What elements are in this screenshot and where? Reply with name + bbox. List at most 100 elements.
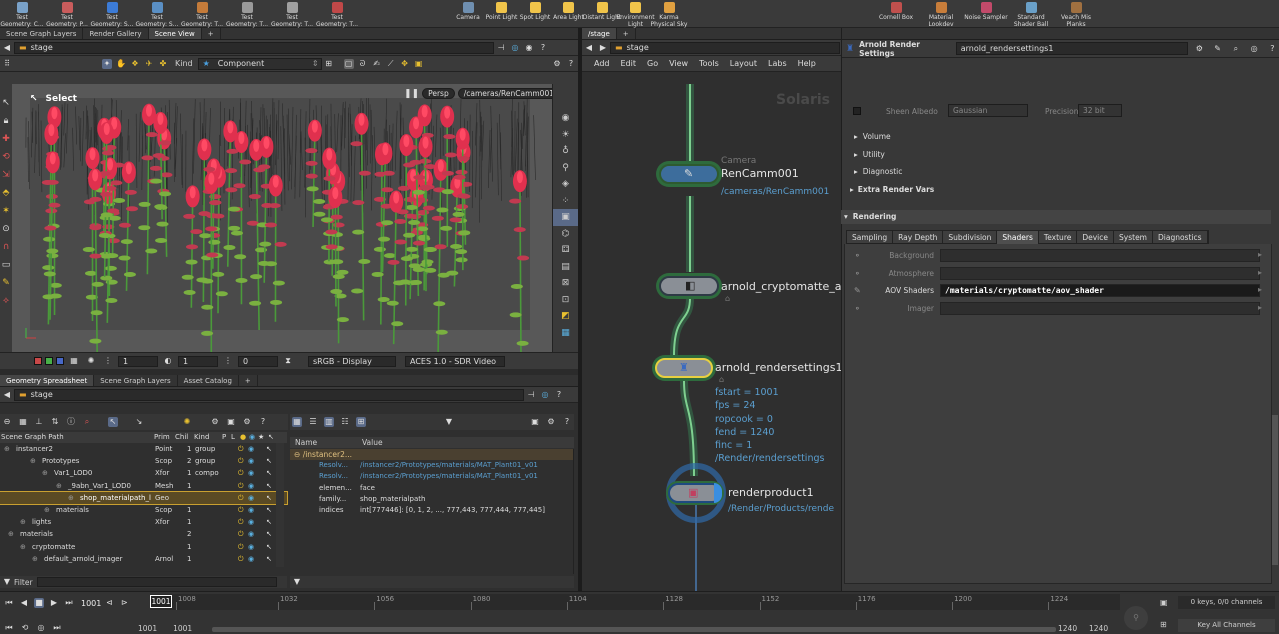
stop-icon[interactable]: ■ [34,598,44,608]
help-lower-icon[interactable]: ? [554,390,564,400]
green-channel-swatch[interactable] [45,357,53,365]
camera-tree-icon[interactable]: ▣ [226,417,236,427]
col-p[interactable]: P [222,432,226,443]
sun-tree-icon[interactable]: ✺ [182,417,192,427]
color-correct-icon[interactable]: ⧗ [283,356,293,366]
step-icon[interactable]: ⊲ [104,598,114,608]
params-edit-icon[interactable]: ✎ [1213,44,1222,54]
range-end-icon[interactable]: ⏭ [52,623,62,633]
current-frame-field[interactable]: 1001 [81,599,101,608]
light-tool-icon[interactable]: ✶ [0,202,12,220]
settings-gear-icon[interactable]: ⚙ [552,59,562,69]
snap-tool-icon[interactable]: ✎ [0,274,12,292]
realtime-icon[interactable]: ⊳ [119,598,129,608]
tree-row[interactable]: ⊕ default_arnold_imager Arnol 1 ⏻ ◉ ↖ [0,553,287,565]
params-help-icon[interactable]: ? [1268,44,1277,54]
gear2-tree-icon[interactable]: ⚙ [242,417,252,427]
menu-labs[interactable]: Labs [768,59,787,68]
selectable-icon[interactable]: ↖ [266,467,272,479]
shader-row-field[interactable]: /materials/cryptomatte/aov_shader [940,284,1260,297]
visibility-icon[interactable]: ◉ [248,467,254,479]
key-channels-icon[interactable]: ⊞ [1160,620,1167,629]
filter-tree-icon[interactable]: ⊥ [34,417,44,427]
guides-icon[interactable]: ⊡ [553,292,578,309]
shelf-tool-left-2[interactable]: Test Geometry: S... [90,2,134,28]
pin-icon[interactable]: ⊣ [496,43,506,53]
ruler-tool-icon[interactable]: ▭ [0,256,12,274]
expand-icon[interactable]: ⊕ [32,553,38,565]
expand-icon[interactable]: ⊕ [20,541,26,553]
shelf-tool-left-0[interactable]: Test Geometry: C... [0,2,44,28]
tree-scrollbar[interactable] [276,443,284,567]
gamma-icon[interactable]: ◐ [163,356,173,366]
folder-volume[interactable]: ▸ Volume [850,128,1270,146]
shelf-tool-left-4[interactable]: Test Geometry: T... [180,2,224,28]
selectable-icon[interactable]: ↖ [266,455,272,467]
visibility-icon[interactable]: ◉ [248,455,254,467]
details-group-row[interactable]: ⊖ /instancer2... [290,449,574,460]
col-path[interactable]: Scene Graph Path [1,432,64,443]
eye-icon[interactable]: ◉ [553,110,578,127]
visibility-icon[interactable]: ◉ [248,528,254,540]
params-scrollbar[interactable] [1272,415,1278,565]
select-mode-icon[interactable]: ✦ [102,58,112,69]
camera-icon[interactable]: ▣ [553,209,578,226]
range-end-field[interactable]: 1240 [1058,624,1077,633]
col-chil[interactable]: Chil [175,432,188,443]
info-icon[interactable]: ⓘ [66,417,76,427]
range-slider[interactable] [212,627,1056,632]
pin-lower-icon[interactable]: ⊣ [526,390,536,400]
3d-viewport[interactable]: ↖ Select ❚❚ Persp /cameras/RenCamm001 [12,84,552,352]
sheen-checkbox[interactable] [853,107,861,115]
lasso-icon[interactable]: ᘐ [358,59,368,69]
play-icon[interactable]: ▶ [49,598,59,608]
col-l[interactable]: L [231,432,235,443]
active-toggle-icon[interactable]: ⏻ [238,504,244,516]
tree-row[interactable]: ⊕ materials Scop 1 ⏻ ◉ ↖ [0,504,287,516]
tree-row[interactable]: ⊕ materials 2 ⏻ ◉ ↖ [0,528,287,540]
audio-scrub-icon[interactable]: ⚲ [1124,606,1148,630]
red-channel-swatch[interactable] [34,357,42,365]
handle-tool-icon[interactable]: ⊙ [0,220,12,238]
params-eye-icon[interactable]: ◎ [1249,44,1258,54]
shelf-tool-left-5[interactable]: Test Geometry: T... [225,2,269,28]
tab-texture[interactable]: Texture [1039,231,1078,244]
select-tool-icon[interactable]: ↖ [0,94,12,112]
active-toggle-icon[interactable]: ⏻ [238,553,244,565]
blue-channel-swatch[interactable] [56,357,64,365]
back-net-icon[interactable]: ◀ [584,43,594,53]
lock-tool-icon[interactable]: 🔒︎ [0,112,12,130]
tab-sampling[interactable]: Sampling [847,231,894,244]
grid-menu-icon[interactable]: ⠿ [2,59,12,69]
kind-filter-icon[interactable]: ⊞ [324,59,334,69]
folder-diagnostic[interactable]: ▸ Diagnostic [850,163,1270,181]
details-camera-icon[interactable]: ▣ [530,417,540,427]
viewer-help-icon[interactable]: ? [566,59,576,69]
timeline-cursor[interactable]: 1001 [150,595,172,608]
shelf-tool-right-4[interactable]: Veach Mis Planks [1054,2,1098,28]
spreadsheet-path-field[interactable]: ▬ stage [14,388,524,401]
selectable-icon[interactable]: ↖ [266,528,272,540]
menu-go[interactable]: Go [647,59,658,68]
expand-icon[interactable]: ⊕ [44,504,50,516]
menu-tools[interactable]: Tools [699,59,719,68]
jump-end-icon[interactable]: ⏭ [64,598,74,608]
view-dropdown[interactable]: ACES 1.0 - SDR Video [405,355,505,367]
tree-row[interactable]: ⊕ lights Xfor 1 ⏻ ◉ ↖ [0,516,287,528]
tab-scene-view[interactable]: Scene View [148,28,202,39]
add-tab-lower-button[interactable]: + [239,375,258,386]
tree-row[interactable]: ⊕ Var1_LOD0 Xfor 1 compo ⏻ ◉ ↖ [0,467,287,479]
tab-stage[interactable]: /stage [582,28,617,39]
paint-select-icon[interactable]: ✍ [372,59,382,69]
filter-input[interactable] [36,577,277,587]
rendering-section[interactable]: ▾ Rendering [841,210,1271,224]
selectable-icon[interactable]: ↖ [266,553,272,565]
precision-dropdown[interactable]: 32 bit [1078,104,1122,117]
brush-tool-icon[interactable]: ⟡ [0,292,12,310]
loop-icon[interactable]: ⟲ [20,623,30,633]
laser-select-icon[interactable]: ⟋ [386,59,396,69]
lights-toggle-icon[interactable]: ☀ [553,127,578,144]
tab-geometry-spreadsheet[interactable]: Geometry Spreadsheet [0,375,95,386]
menu-layout[interactable]: Layout [730,59,757,68]
col-value[interactable]: Value [362,437,383,448]
